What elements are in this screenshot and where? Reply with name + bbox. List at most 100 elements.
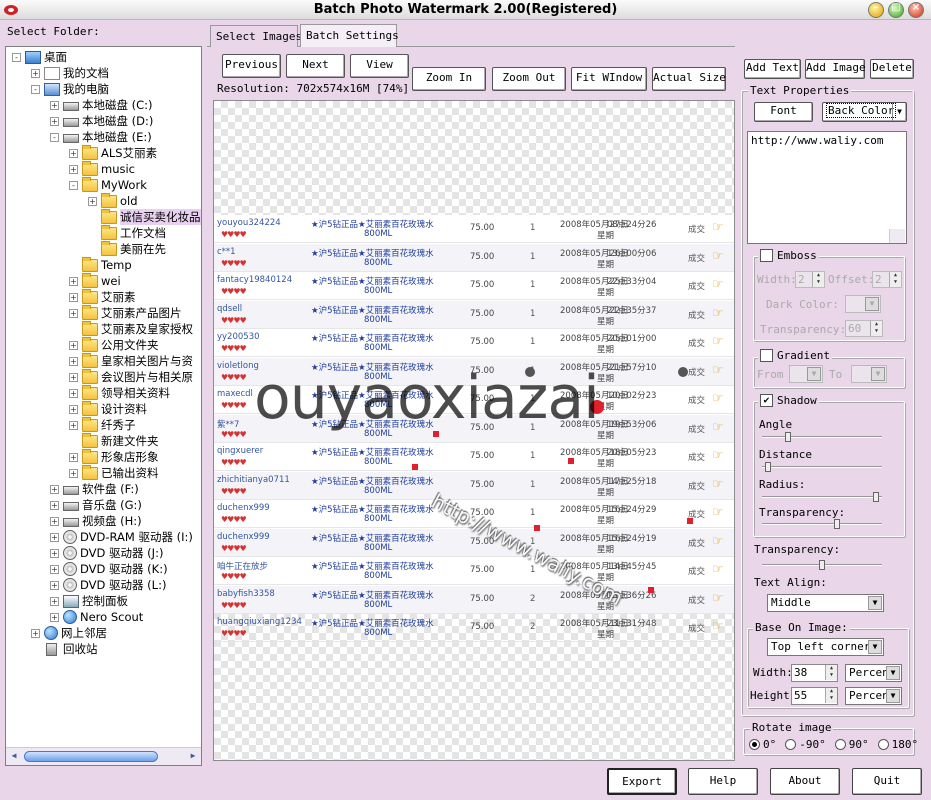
rotation-option[interactable]: -90° <box>785 738 826 751</box>
expand-icon[interactable]: + <box>31 68 40 78</box>
tree-item[interactable]: + 形象店形象 <box>69 448 159 465</box>
dropdown-arrow-icon[interactable]: ▼ <box>807 367 821 381</box>
expand-icon[interactable]: + <box>88 196 97 206</box>
shadow-transparency-slider[interactable] <box>762 519 882 529</box>
about-button[interactable]: About <box>770 768 840 795</box>
shadow-checkbox[interactable]: ✔ <box>760 394 773 407</box>
back-color-button[interactable]: Back Color ▼ <box>822 102 907 122</box>
tree-item[interactable]: + 艾丽素产品图片 <box>69 304 182 321</box>
expand-icon[interactable]: + <box>69 420 78 430</box>
delete-button[interactable]: Delete <box>870 59 914 79</box>
expand-icon[interactable]: + <box>69 372 78 382</box>
tree-item[interactable]: + 软件盘 (F:) <box>50 481 139 497</box>
tree-item[interactable]: + 控制面板 <box>50 593 128 609</box>
tree-item[interactable]: + 设计资料 <box>69 400 147 417</box>
gradient-checkbox[interactable] <box>760 349 773 362</box>
expand-icon[interactable]: + <box>69 356 78 366</box>
dropdown-arrow-icon[interactable]: ▼ <box>868 640 882 654</box>
spinner-arrows-icon[interactable]: ▲ ▼ <box>889 272 901 287</box>
dropdown-arrow-icon[interactable]: ▼ <box>871 367 885 381</box>
expand-icon[interactable]: + <box>69 308 78 318</box>
textarea-resize-grip[interactable] <box>889 229 905 243</box>
dropdown-arrow-icon[interactable]: ▼ <box>886 689 900 703</box>
help-button[interactable]: Help <box>688 768 758 795</box>
expand-icon[interactable]: + <box>50 580 59 590</box>
tree-item[interactable]: + 会议图片与相关原 <box>69 368 193 385</box>
tree-item[interactable]: + wei <box>69 272 121 289</box>
zoom-in-button[interactable]: Zoom In <box>412 67 486 91</box>
previous-button[interactable]: Previous <box>222 54 281 78</box>
spinner-arrows-icon[interactable]: ▲ ▼ <box>825 665 837 680</box>
collapse-icon[interactable]: - <box>31 84 40 94</box>
tree-item[interactable]: + DVD 驱动器 (K:) <box>50 561 168 577</box>
expand-icon[interactable]: + <box>69 340 78 350</box>
tab-batch-settings[interactable]: Batch Settings <box>300 24 399 47</box>
collapse-icon[interactable]: - <box>50 132 59 142</box>
expand-icon[interactable]: + <box>50 500 59 510</box>
gradient-from-picker[interactable]: ▼ <box>789 365 823 383</box>
angle-slider-thumb[interactable] <box>785 432 791 442</box>
folder-tree[interactable]: - 桌面 + 我的文档 - 我的电脑 + 本地磁盘 (C:) + 本地磁盘 (D:) - 本地磁盘 (… <box>5 46 202 766</box>
radius-slider[interactable] <box>762 492 882 502</box>
expand-icon[interactable]: + <box>31 628 40 638</box>
shadow-transparency-slider-thumb[interactable] <box>834 519 840 529</box>
rotation-option[interactable]: 0° <box>749 738 776 751</box>
expand-icon[interactable]: + <box>69 292 78 302</box>
quit-button[interactable]: Quit <box>852 768 922 795</box>
expand-icon[interactable]: + <box>69 404 78 414</box>
expand-icon[interactable]: + <box>50 548 59 558</box>
height-spinner[interactable]: 55 ▲ ▼ <box>791 687 838 705</box>
tree-item[interactable]: + DVD 驱动器 (L:) <box>50 577 166 593</box>
collapse-icon[interactable]: - <box>12 52 21 62</box>
dark-color-picker[interactable]: ▼ <box>845 295 881 313</box>
dropdown-arrow-icon[interactable]: ▼ <box>865 297 879 311</box>
emboss-width-spinner[interactable]: 2 ▲ ▼ <box>795 271 825 288</box>
tree-item[interactable]: + DVD 驱动器 (J:) <box>50 545 163 561</box>
text-transparency-slider[interactable] <box>762 560 882 570</box>
width-spinner[interactable]: 38 ▲ ▼ <box>791 664 838 682</box>
tree-item[interactable]: + 音乐盘 (G:) <box>50 497 142 513</box>
tree-item[interactable]: - MyWork <box>69 176 147 193</box>
rotation-radio[interactable] <box>785 739 797 750</box>
fit-window-button[interactable]: Fit WIndow <box>571 67 647 91</box>
height-unit-select[interactable]: Percen ▼ <box>845 687 902 705</box>
tree-item[interactable]: 回收站 <box>31 641 98 657</box>
rotation-option[interactable]: 180° <box>877 738 918 751</box>
distance-slider[interactable] <box>762 462 882 472</box>
text-align-select[interactable]: Middle ▼ <box>767 594 884 612</box>
font-button[interactable]: Font <box>754 102 813 122</box>
dropdown-arrow-icon[interactable]: ▼ <box>886 666 900 680</box>
tree-item[interactable]: Temp <box>69 256 132 273</box>
expand-icon[interactable]: + <box>69 468 78 478</box>
expand-icon[interactable]: + <box>69 276 78 286</box>
emboss-checkbox[interactable] <box>760 249 773 262</box>
expand-icon[interactable]: + <box>50 532 59 542</box>
tree-item[interactable]: + 纤秀子 <box>69 416 136 433</box>
position-select[interactable]: Top left corner ▼ <box>767 638 884 656</box>
tree-item[interactable]: + 领导相关资料 <box>69 384 170 401</box>
angle-slider[interactable] <box>762 432 882 442</box>
tree-item[interactable]: + ALS艾丽素 <box>69 144 157 161</box>
tree-item[interactable]: 艾丽素及皇家授权 <box>69 320 193 337</box>
tree-item[interactable]: + 公用文件夹 <box>69 336 159 353</box>
tree-item[interactable]: - 桌面 <box>12 49 67 65</box>
tree-horizontal-scrollbar[interactable]: ◀ ▶ <box>6 747 201 765</box>
emboss-transparency-spinner[interactable]: 60 ▲ ▼ <box>845 320 883 337</box>
scroll-right-arrow-icon[interactable]: ▶ <box>187 750 199 762</box>
collapse-icon[interactable]: - <box>69 180 78 190</box>
rotation-radio[interactable] <box>749 739 760 750</box>
expand-icon[interactable]: + <box>69 148 78 158</box>
minimize-button[interactable]: – <box>868 2 884 18</box>
next-button[interactable]: Next <box>286 54 345 78</box>
add-text-button[interactable]: Add Text <box>744 59 801 79</box>
tree-item[interactable]: 美丽在先 <box>88 240 166 257</box>
export-button[interactable]: Export <box>607 768 677 795</box>
expand-icon[interactable]: + <box>50 596 59 606</box>
add-image-button[interactable]: Add Image <box>805 59 866 79</box>
gradient-to-picker[interactable]: ▼ <box>851 365 887 383</box>
text-transparency-slider-thumb[interactable] <box>819 560 825 570</box>
expand-icon[interactable]: + <box>69 452 78 462</box>
emboss-offset-spinner[interactable]: 2 ▲ ▼ <box>872 271 902 288</box>
tree-item[interactable]: - 本地磁盘 (E:) <box>50 129 152 145</box>
tree-item[interactable]: + 本地磁盘 (D:) <box>50 113 153 129</box>
